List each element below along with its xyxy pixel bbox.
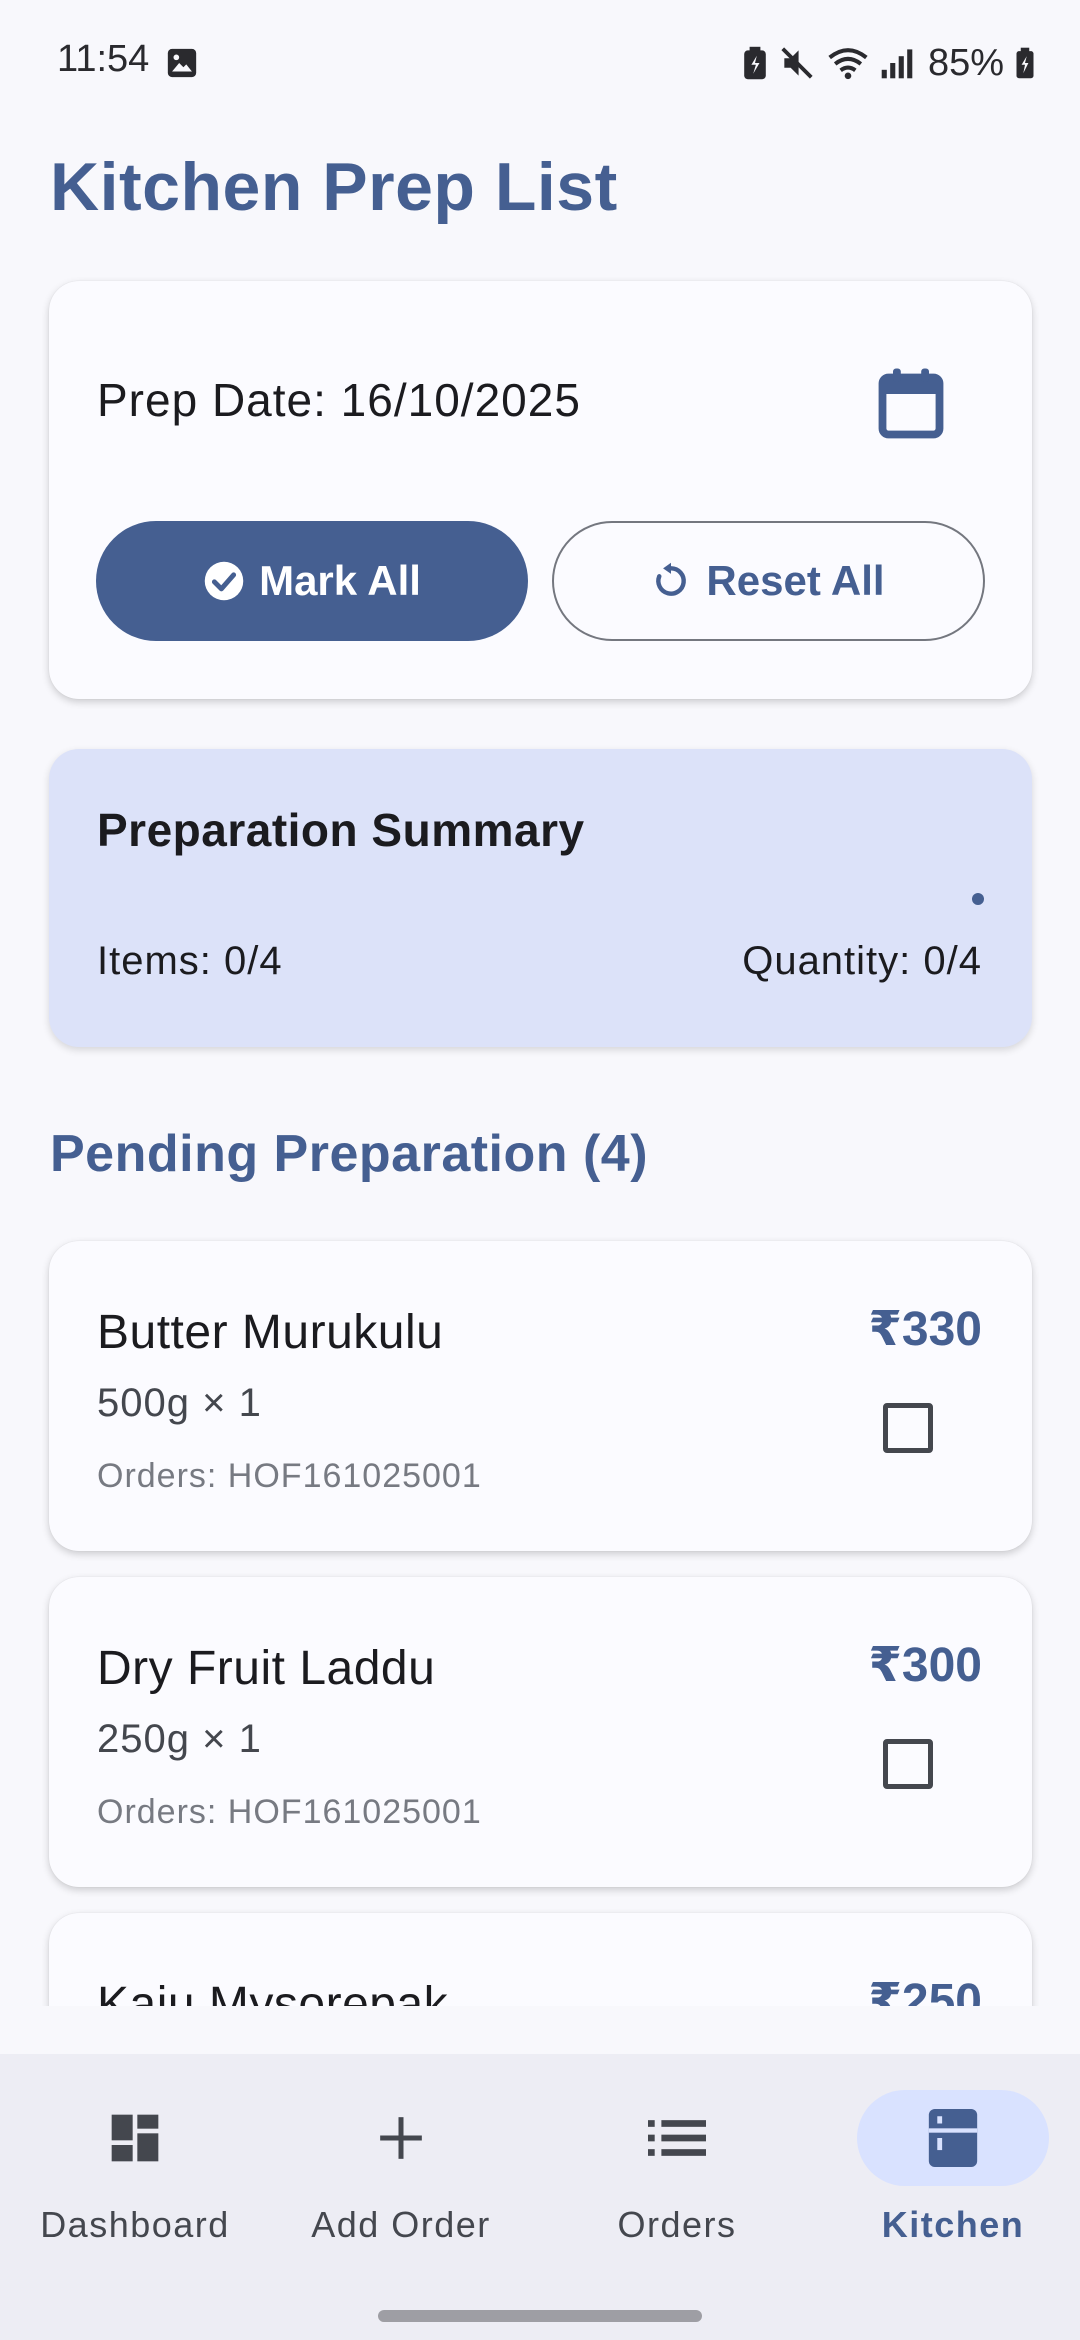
progress-indicator-dot: [972, 893, 984, 905]
item-name: Dry Fruit Laddu: [97, 1642, 436, 1695]
item-quantity: 500g × 1: [97, 1381, 262, 1425]
dashboard-icon: [111, 2114, 159, 2162]
gallery-icon: [167, 48, 197, 78]
kitchen-icon: [928, 2109, 978, 2167]
nav-icon-container: [857, 2090, 1049, 2186]
status-time: 11:54: [57, 38, 150, 80]
mark-all-button[interactable]: Mark All: [96, 521, 528, 641]
summary-items-count: Items: 0/4: [97, 939, 283, 983]
calendar-button[interactable]: [869, 361, 953, 445]
item-price: ₹330: [868, 1303, 982, 1356]
plus-icon: [380, 2117, 422, 2159]
calendar-icon: [878, 368, 944, 439]
reset-all-button[interactable]: Reset All: [552, 521, 985, 641]
nav-label: Kitchen: [881, 2204, 1025, 2245]
item-quantity: 250g × 1: [97, 1717, 262, 1761]
pending-item-list[interactable]: Butter Murukulu 500g × 1 Orders: HOF1610…: [0, 1230, 1080, 2006]
item-price: ₹250: [868, 1975, 982, 2006]
battery-percentage: 85%: [927, 41, 1004, 84]
prep-item-card[interactable]: Butter Murukulu 500g × 1 Orders: HOF1610…: [49, 1241, 1032, 1551]
item-price: ₹300: [868, 1639, 982, 1692]
nav-label: Add Order: [311, 2204, 491, 2245]
nav-label: Orders: [617, 2204, 737, 2245]
wifi-icon: [828, 48, 868, 80]
pending-section-title: Pending Preparation (4): [50, 1125, 649, 1183]
page-title: Kitchen Prep List: [50, 149, 618, 225]
prep-item-card[interactable]: Kaju Mysorepak ₹250: [49, 1913, 1032, 2006]
preparation-summary-card: Preparation Summary Items: 0/4 Quantity:…: [49, 749, 1032, 1047]
home-indicator[interactable]: [378, 2310, 702, 2322]
nav-icon-container: [305, 2090, 497, 2186]
list-icon: [648, 2120, 706, 2156]
check-circle-icon: [204, 561, 244, 601]
summary-quantity-count: Quantity: 0/4: [742, 939, 982, 983]
item-name: Kaju Mysorepak: [97, 1978, 449, 2006]
item-checkbox[interactable]: [883, 1403, 933, 1453]
nav-icon-container: [39, 2090, 231, 2186]
battery-saver-icon: [744, 46, 766, 80]
refresh-icon: [656, 562, 687, 596]
item-name: Butter Murukulu: [97, 1306, 444, 1359]
mute-icon: [781, 47, 813, 79]
nav-label: Dashboard: [40, 2204, 230, 2245]
nav-icon-container: [581, 2090, 773, 2186]
bottom-navigation: Dashboard Add Order Orders Kitchen: [0, 2054, 1080, 2340]
nav-item-orders[interactable]: Orders: [542, 2054, 812, 2284]
nav-item-dashboard[interactable]: Dashboard: [0, 2054, 270, 2284]
signal-icon: [881, 49, 913, 79]
nav-item-kitchen[interactable]: Kitchen: [818, 2054, 1080, 2284]
status-bar: 11:54 85%: [0, 0, 1080, 126]
item-orders: Orders: HOF161025001: [97, 1793, 482, 1831]
prep-item-card[interactable]: Dry Fruit Laddu 250g × 1 Orders: HOF1610…: [49, 1577, 1032, 1887]
prep-date-label: Prep Date: 16/10/2025: [97, 374, 581, 426]
status-icons: 85%: [742, 38, 1036, 88]
summary-title: Preparation Summary: [97, 804, 585, 856]
reset-all-label: Reset All: [706, 557, 885, 604]
item-checkbox[interactable]: [883, 1739, 933, 1789]
mark-all-label: Mark All: [259, 557, 421, 604]
battery-icon: [1016, 47, 1034, 79]
prep-date-card: Prep Date: 16/10/2025 Mark All Reset All: [49, 281, 1032, 699]
nav-item-add-order[interactable]: Add Order: [266, 2054, 536, 2284]
item-orders: Orders: HOF161025001: [97, 1457, 482, 1495]
